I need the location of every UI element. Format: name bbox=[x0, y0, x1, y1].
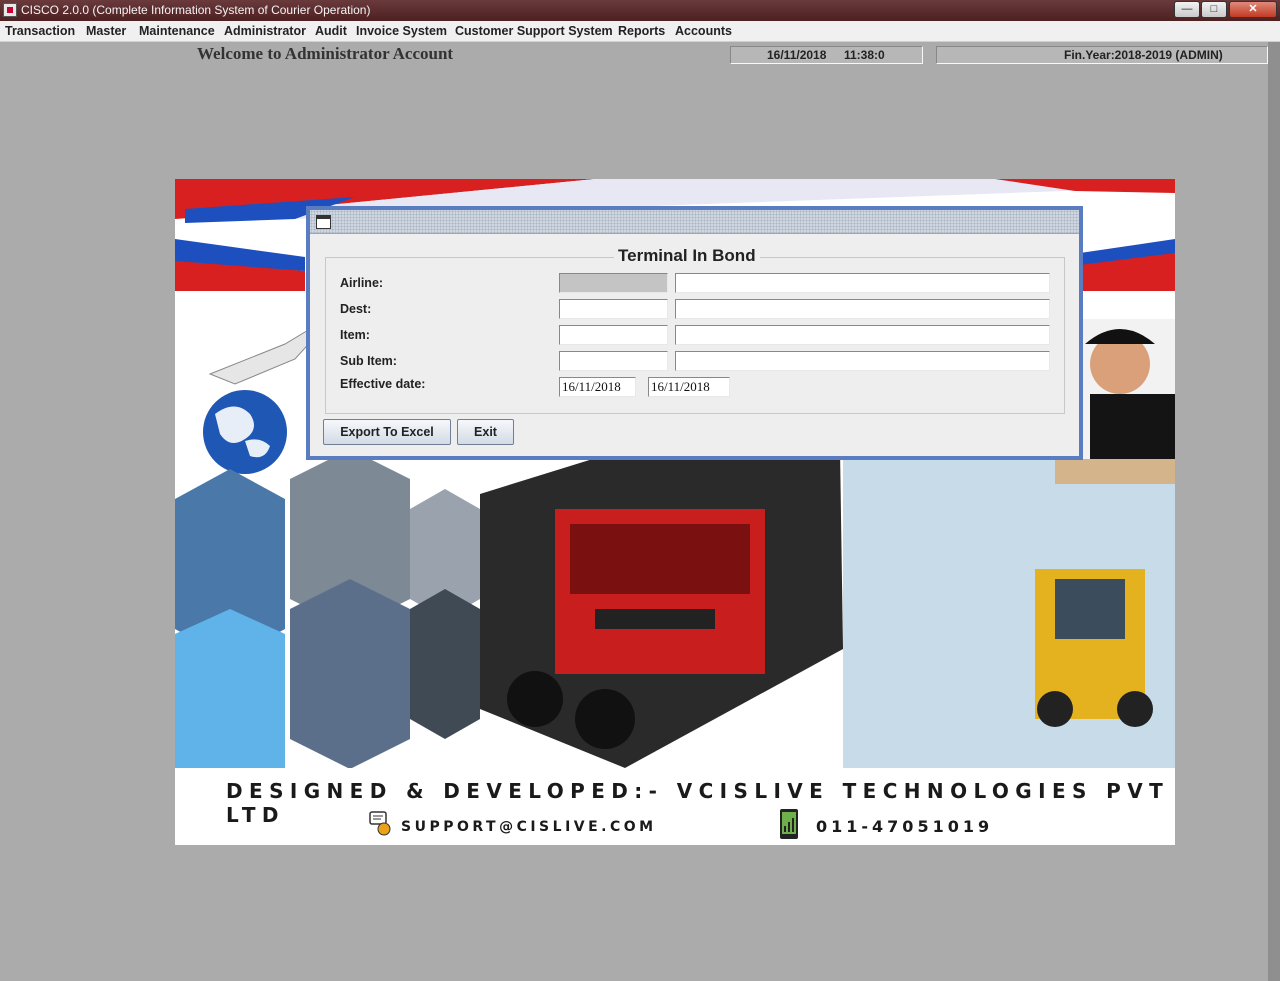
exit-button[interactable]: Exit bbox=[457, 419, 514, 445]
airline-code-field[interactable] bbox=[559, 273, 668, 293]
dialog-heading: Terminal In Bond bbox=[614, 246, 760, 266]
dialog-titlebar[interactable] bbox=[310, 210, 1079, 234]
maximize-button[interactable]: □ bbox=[1201, 1, 1227, 18]
menu-transaction[interactable]: Transaction bbox=[5, 24, 75, 38]
date-to-field[interactable]: 16/11/2018 bbox=[648, 377, 730, 397]
status-date: 16/11/2018 bbox=[767, 48, 827, 62]
dest-name-field[interactable] bbox=[675, 299, 1050, 319]
item-code-field[interactable] bbox=[559, 325, 668, 345]
support-email: SUPPORT@CISLIVE.COM bbox=[401, 819, 657, 835]
menu-customer-support-system[interactable]: Customer Support System bbox=[455, 24, 613, 38]
airline-name-field[interactable] bbox=[675, 273, 1050, 293]
right-edge-panel bbox=[1268, 42, 1280, 981]
dest-label: Dest: bbox=[340, 302, 372, 316]
dest-code-field[interactable] bbox=[559, 299, 668, 319]
export-to-excel-button[interactable]: Export To Excel bbox=[323, 419, 451, 445]
mobile-phone-icon bbox=[780, 809, 798, 839]
status-time: 11:38:0 bbox=[844, 48, 885, 62]
window-title: CISCO 2.0.0 (Complete Information System… bbox=[21, 3, 371, 17]
fin-year-text: Fin.Year:2018-2019 (ADMIN) bbox=[1064, 48, 1223, 62]
sub-item-name-field[interactable] bbox=[675, 351, 1050, 371]
menu-reports[interactable]: Reports bbox=[618, 24, 665, 38]
close-button[interactable]: ✕ bbox=[1229, 1, 1277, 18]
sub-item-label: Sub Item: bbox=[340, 354, 397, 368]
support-phone: 011-47051019 bbox=[816, 817, 994, 836]
date-from-field[interactable]: 16/11/2018 bbox=[559, 377, 636, 397]
fin-year-status: Fin.Year:2018-2019 (ADMIN) bbox=[936, 46, 1268, 64]
item-name-field[interactable] bbox=[675, 325, 1050, 345]
menu-invoice-system[interactable]: Invoice System bbox=[356, 24, 447, 38]
menu-accounts[interactable]: Accounts bbox=[675, 24, 732, 38]
app-icon bbox=[3, 3, 17, 17]
datetime-status: 16/11/2018 11:38:0 bbox=[730, 46, 923, 64]
menu-audit[interactable]: Audit bbox=[315, 24, 347, 38]
welcome-heading: Welcome to Administrator Account bbox=[197, 44, 454, 63]
terminal-in-bond-dialog: Terminal In Bond Airline: Dest: Item: Su… bbox=[306, 206, 1083, 460]
effective-date-label: Effective date: bbox=[340, 377, 426, 391]
menu-master[interactable]: Master bbox=[86, 24, 126, 38]
chat-icon bbox=[369, 811, 391, 836]
menu-bar: Transaction Master Maintenance Administr… bbox=[0, 21, 1280, 42]
sub-item-code-field[interactable] bbox=[559, 351, 668, 371]
airline-label: Airline: bbox=[340, 276, 384, 290]
menu-maintenance[interactable]: Maintenance bbox=[139, 24, 215, 38]
minimize-button[interactable]: — bbox=[1174, 1, 1200, 18]
item-label: Item: bbox=[340, 328, 370, 342]
menu-administrator[interactable]: Administrator bbox=[224, 24, 306, 38]
window-icon bbox=[316, 215, 331, 229]
window-titlebar: CISCO 2.0.0 (Complete Information System… bbox=[0, 0, 1280, 21]
